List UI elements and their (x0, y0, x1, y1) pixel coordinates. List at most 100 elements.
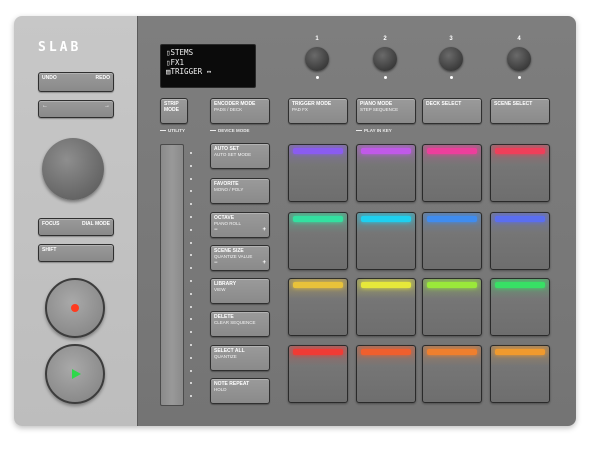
button-sublabel: STEP SEQUENCE (360, 107, 399, 112)
button-sublabel: PAD FX (292, 107, 308, 112)
arrow-left-icon[interactable]: ← (42, 103, 48, 109)
pad-r3-c4[interactable] (490, 278, 550, 336)
undo-redo-button[interactable]: UNDO REDO (38, 72, 114, 92)
encoder-number: 3 (449, 36, 453, 42)
pad-r3-c3[interactable] (422, 278, 482, 336)
pad-r1-c2[interactable] (356, 144, 416, 202)
encoder-1[interactable]: 1 (302, 36, 332, 79)
strip-led-dot (190, 356, 192, 359)
display-line: ▤TRIGGER ↔ (166, 67, 212, 76)
side-button-6[interactable]: DELETE CLEAR SEQUENCE (210, 311, 270, 337)
encoder-4[interactable]: 4 (504, 36, 534, 79)
plus-icon: + (262, 260, 266, 266)
redo-label[interactable]: REDO (96, 75, 110, 81)
side-button-5[interactable]: LIBRARY VIEW (210, 278, 270, 304)
shift-button[interactable]: SHIFT (38, 244, 114, 262)
button-sublabel: AUTO SET MODE (214, 152, 252, 157)
button-label: DECK SELECT (426, 101, 462, 107)
group-label-text: PLAY IN KEY (364, 128, 392, 133)
strip-led-dot (190, 203, 192, 206)
play-button[interactable] (45, 344, 105, 404)
pad-light-bar (495, 282, 545, 288)
strip-led-dot (190, 369, 192, 372)
side-button-7[interactable]: SELECT ALL QUANTIZE (210, 345, 270, 371)
dash-icon (160, 130, 166, 132)
focus-dial-mode-button[interactable]: FOCUS DIAL MODE (38, 218, 114, 236)
pad-r2-c1[interactable] (288, 212, 348, 270)
dash-icon (356, 130, 362, 132)
strip-mode-button[interactable]: STRIP MODE (160, 98, 188, 124)
scene-select-button[interactable]: SCENE SELECT (490, 98, 550, 124)
encoder-indicator (517, 76, 521, 79)
button-sublabel: PADS / DECK (214, 107, 243, 112)
encoder-knob[interactable] (305, 47, 329, 71)
minus-icon: − (214, 260, 218, 266)
nav-arrows-button[interactable]: ← → (38, 100, 114, 118)
pad-r1-c1[interactable] (288, 144, 348, 202)
pad-r2-c3[interactable] (422, 212, 482, 270)
pad-r4-c1[interactable] (288, 345, 348, 403)
left-panel: SLAB UNDO REDO ← → FOCUS DIAL MODE SHIFT (14, 16, 138, 426)
main-dial-knob[interactable] (42, 138, 104, 200)
pad-light-bar (495, 148, 545, 154)
encoder-knob[interactable] (373, 47, 397, 71)
encoder-knob[interactable] (439, 47, 463, 71)
side-button-4[interactable]: SCENE SIZE QUANTIZE VALUE − + (210, 245, 270, 271)
encoder-number: 1 (315, 36, 319, 42)
pad-r4-c2[interactable] (356, 345, 416, 403)
encoder-indicator (315, 76, 319, 79)
side-button-8[interactable]: NOTE REPEAT HOLD (210, 378, 270, 404)
strip-led-dot (190, 318, 192, 321)
pad-light-bar (427, 282, 477, 288)
strip-led-dot (190, 152, 192, 154)
pad-r1-c3[interactable] (422, 144, 482, 202)
pad-r3-c1[interactable] (288, 278, 348, 336)
pad-r2-c2[interactable] (356, 212, 416, 270)
button-sublabel: MONO / POLY (214, 187, 244, 192)
strip-led-dot (190, 241, 192, 244)
strip-led-dot (190, 395, 192, 398)
trigger-mode-button[interactable]: TRIGGER MODE PAD FX (288, 98, 348, 124)
record-button[interactable] (45, 278, 105, 338)
focus-label[interactable]: FOCUS (42, 221, 60, 227)
side-button-2[interactable]: FAVORITE MONO / POLY (210, 178, 270, 204)
pad-light-bar (361, 349, 411, 355)
brand-logo: SLAB (38, 40, 82, 55)
pad-light-bar (361, 148, 411, 154)
undo-label[interactable]: UNDO (42, 75, 57, 81)
strip-led-dot (190, 267, 192, 270)
side-button-3[interactable]: OCTAVE PIANO ROLL − + (210, 212, 270, 238)
pad-light-bar (293, 349, 343, 355)
piano-mode-button[interactable]: PIANO MODE STEP SEQUENCE (356, 98, 416, 124)
play-in-key-group-label: PLAY IN KEY (356, 128, 392, 133)
display-line: ▯STEMS (166, 48, 194, 57)
encoder-3[interactable]: 3 (436, 36, 466, 79)
encoder-mode-button[interactable]: ENCODER MODE PADS / DECK (210, 98, 270, 124)
side-button-1[interactable]: AUTO SET AUTO SET MODE (210, 143, 270, 169)
pad-r4-c4[interactable] (490, 345, 550, 403)
strip-led-dot (190, 254, 192, 257)
pad-r1-c4[interactable] (490, 144, 550, 202)
strip-led-dot (190, 331, 192, 334)
arrow-right-icon[interactable]: → (104, 103, 110, 109)
strip-led-dot (190, 292, 192, 295)
strip-led-dot (190, 177, 192, 180)
group-label-text: DEVICE MODE (218, 128, 250, 133)
pad-r2-c4[interactable] (490, 212, 550, 270)
deck-select-button[interactable]: DECK SELECT (422, 98, 482, 124)
dial-mode-label[interactable]: DIAL MODE (82, 221, 110, 227)
touch-strip[interactable] (160, 144, 184, 406)
pad-r3-c2[interactable] (356, 278, 416, 336)
strip-led-dot (190, 164, 192, 167)
pad-light-bar (293, 148, 343, 154)
button-sublabel: CLEAR SEQUENCE (214, 320, 256, 325)
encoder-2[interactable]: 2 (370, 36, 400, 79)
button-sublabel: VIEW (214, 287, 226, 292)
encoder-number: 2 (383, 36, 387, 42)
pad-light-bar (427, 216, 477, 222)
oled-display: ▯STEMS ▯FX1 ▤TRIGGER ↔ (160, 44, 256, 88)
utility-group-label: UTILITY (160, 128, 185, 133)
encoder-knob[interactable] (507, 47, 531, 71)
pad-light-bar (495, 216, 545, 222)
pad-r4-c3[interactable] (422, 345, 482, 403)
